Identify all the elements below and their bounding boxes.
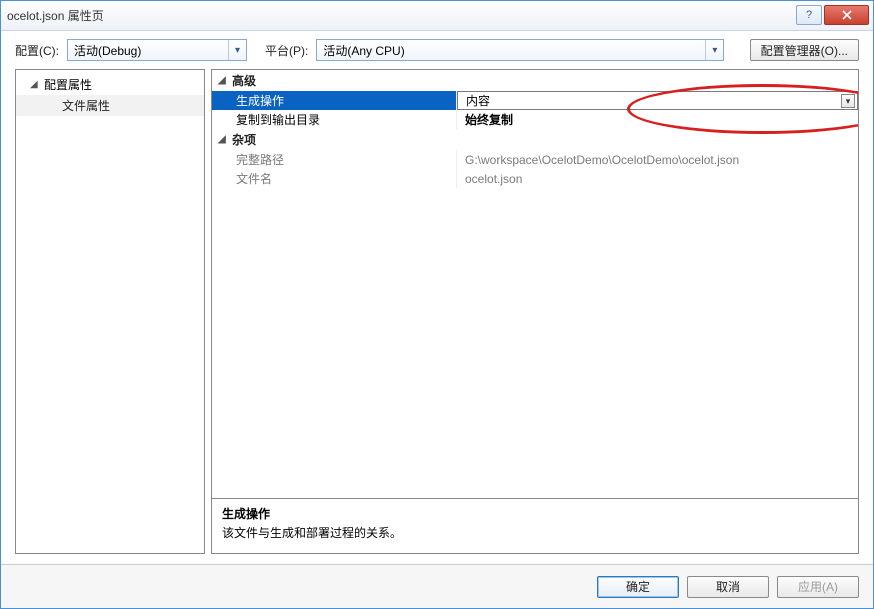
config-combo[interactable]: 活动(Debug) <box>67 39 247 61</box>
right-column: ◢ 高级 生成操作 内容 复制到输出目录 始终复制 <box>211 69 859 554</box>
prop-value: G:\workspace\OcelotDemo\OcelotDemo\ocelo… <box>457 150 858 169</box>
toolbar: 配置(C): 活动(Debug) 平台(P): 活动(Any CPU) 配置管理… <box>1 31 873 69</box>
prop-row-file-name[interactable]: 文件名 ocelot.json <box>212 169 858 188</box>
prop-name: 生成操作 <box>212 91 457 110</box>
tree-item-file-properties[interactable]: 文件属性 <box>16 95 204 116</box>
tree-root-config-properties[interactable]: ◢ 配置属性 <box>16 74 204 95</box>
window-controls: ? <box>796 5 869 25</box>
prop-value: ocelot.json <box>457 169 858 188</box>
prop-row-copy-to-output[interactable]: 复制到输出目录 始终复制 <box>212 110 858 129</box>
config-label: 配置(C): <box>15 42 59 59</box>
category-misc[interactable]: ◢ 杂项 <box>212 129 858 150</box>
prop-name: 完整路径 <box>212 150 457 169</box>
prop-name: 文件名 <box>212 169 457 188</box>
platform-combo[interactable]: 活动(Any CPU) <box>316 39 724 61</box>
caret-down-icon: ◢ <box>218 134 232 145</box>
description-text: 该文件与生成和部署过程的关系。 <box>222 524 848 541</box>
close-icon <box>842 10 852 20</box>
chevron-down-icon[interactable] <box>841 94 855 108</box>
description-title: 生成操作 <box>222 505 848 522</box>
caret-down-icon: ◢ <box>218 75 232 86</box>
config-tree[interactable]: ◢ 配置属性 文件属性 <box>15 69 205 554</box>
caret-down-icon: ◢ <box>30 79 40 90</box>
config-value: 活动(Debug) <box>74 42 141 59</box>
window-title: ocelot.json 属性页 <box>7 7 104 24</box>
config-manager-button[interactable]: 配置管理器(O)... <box>750 39 859 61</box>
category-advanced[interactable]: ◢ 高级 <box>212 70 858 91</box>
close-button[interactable] <box>824 5 869 25</box>
prop-row-build-action[interactable]: 生成操作 内容 <box>212 91 858 110</box>
prop-value[interactable]: 内容 <box>457 91 858 110</box>
titlebar: ocelot.json 属性页 ? <box>1 1 873 31</box>
ok-button[interactable]: 确定 <box>597 576 679 598</box>
platform-label: 平台(P): <box>265 42 308 59</box>
prop-name: 复制到输出目录 <box>212 110 457 129</box>
chevron-down-icon <box>705 40 723 60</box>
description-pane: 生成操作 该文件与生成和部署过程的关系。 <box>211 499 859 554</box>
body: ◢ 配置属性 文件属性 ◢ 高级 生成操作 内容 <box>1 69 873 564</box>
help-button[interactable]: ? <box>796 5 822 25</box>
property-grid[interactable]: ◢ 高级 生成操作 内容 复制到输出目录 始终复制 <box>211 69 859 499</box>
footer: 确定 取消 应用(A) <box>1 564 873 608</box>
prop-row-full-path[interactable]: 完整路径 G:\workspace\OcelotDemo\OcelotDemo\… <box>212 150 858 169</box>
prop-value[interactable]: 始终复制 <box>457 110 858 129</box>
chevron-down-icon <box>228 40 246 60</box>
cancel-button[interactable]: 取消 <box>687 576 769 598</box>
platform-value: 活动(Any CPU) <box>323 42 404 59</box>
apply-button[interactable]: 应用(A) <box>777 576 859 598</box>
property-pages-dialog: ocelot.json 属性页 ? 配置(C): 活动(Debug) 平台(P)… <box>0 0 874 609</box>
